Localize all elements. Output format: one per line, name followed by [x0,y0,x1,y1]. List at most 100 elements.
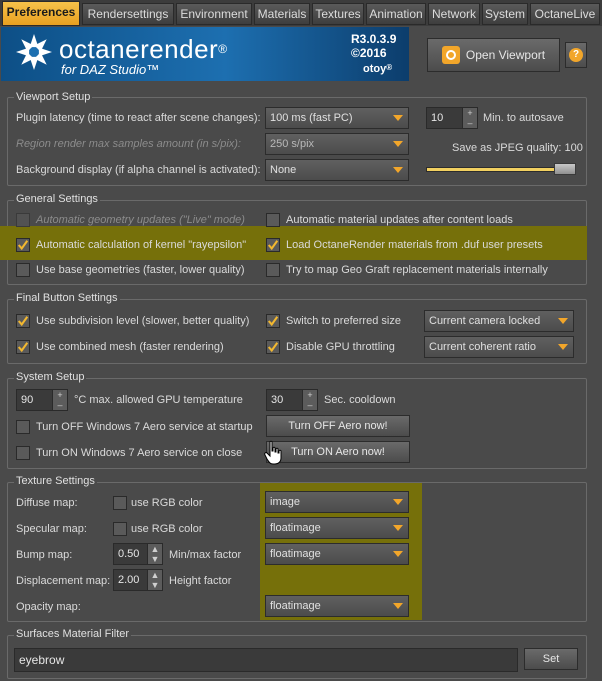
bump-map-select[interactable]: floatimage [265,543,409,565]
aero-on-button[interactable]: Turn ON Aero now! [266,441,410,463]
load-duf-presets-checkbox[interactable] [266,238,280,252]
specular-rgb-checkbox[interactable] [113,522,127,536]
subdivision-label: Use subdivision level (slower, better qu… [36,315,250,327]
tab-rendersettings[interactable]: Rendersettings [82,3,174,25]
aero-off-checkbox[interactable] [16,420,30,434]
tab-environment[interactable]: Environment [176,3,252,25]
tab-octanelive[interactable]: OctaneLive [530,3,600,25]
texture-settings-title: Texture Settings [14,475,97,487]
open-viewport-button[interactable]: Open Viewport [427,38,560,72]
octane-logo-icon [16,34,52,70]
jpeg-quality-fill [427,168,575,171]
tab-textures[interactable]: Textures [312,3,364,25]
combined-mesh-checkbox[interactable] [16,340,30,354]
diffuse-map-label: Diffuse map: [16,497,78,509]
surfaces-filter-input[interactable]: eyebrow [14,648,518,672]
gpu-temp-spinbox[interactable]: 90 + – [16,389,68,411]
octane-banner: octanerender® for DAZ Studio™ R3.0.3.9 ©… [1,27,409,81]
spin-up-icon[interactable]: ▲ [147,570,162,580]
help-button[interactable]: ? [565,42,587,68]
checkmark-icon [267,342,279,353]
surfaces-filter-title: Surfaces Material Filter [14,628,132,640]
general-settings-title: General Settings [14,193,100,205]
gpu-temp-label: °C max. allowed GPU temperature [74,394,243,406]
checkmark-icon [17,342,29,353]
tab-system[interactable]: System [482,3,528,25]
diffuse-rgb-checkbox[interactable] [113,496,127,510]
geometry-updates-label: Automatic geometry updates ("Live" mode) [36,214,245,226]
coherent-ratio-select[interactable]: Current coherent ratio [424,336,574,358]
aero-on-checkbox[interactable] [16,446,30,460]
switch-size-checkbox[interactable] [266,314,280,328]
tab-bar: Preferences Rendersettings Environment M… [0,0,602,26]
autosave-label: Min. to autosave [483,112,564,124]
tab-materials[interactable]: Materials [254,3,310,25]
rayepsilon-label: Automatic calculation of kernel "rayepsi… [36,239,247,251]
aero-on-label: Turn ON Windows 7 Aero service on close [36,447,243,459]
version-number: R3.0.3.9 [351,32,397,46]
background-display-label: Background display (if alpha channel is … [16,164,261,176]
tab-network[interactable]: Network [428,3,480,25]
tab-preferences[interactable]: Preferences [2,1,80,26]
aero-off-label: Turn OFF Windows 7 Aero service at start… [36,421,253,433]
autosave-spinbox[interactable]: 10 + – [426,107,478,129]
specular-map-select[interactable]: floatimage [265,517,409,539]
base-geometries-label: Use base geometries (faster, lower quali… [36,264,245,276]
height-factor-label: Height factor [169,575,232,587]
spin-down-icon[interactable]: ▼ [147,554,162,564]
chevron-down-icon [393,551,403,557]
chevron-down-icon [393,525,403,531]
cooldown-spinbox[interactable]: 30 + – [266,389,318,411]
plugin-latency-label: Plugin latency (time to react after scen… [16,112,261,124]
material-updates-checkbox[interactable] [266,213,280,227]
geometry-updates-checkbox[interactable] [16,213,30,227]
final-button-title: Final Button Settings [14,292,120,304]
aero-off-button[interactable]: Turn OFF Aero now! [266,415,410,437]
gpu-throttling-checkbox[interactable] [266,340,280,354]
base-geometries-checkbox[interactable] [16,263,30,277]
jpeg-quality-handle[interactable] [554,163,576,175]
hand-cursor-icon [264,440,282,465]
opacity-map-select[interactable]: floatimage [265,595,409,617]
cooldown-label: Sec. cooldown [324,394,396,406]
specular-map-label: Specular map: [16,523,87,535]
region-samples-select[interactable]: 250 s/pix [265,133,409,155]
spin-up-icon[interactable]: + [462,108,477,118]
geo-graft-checkbox[interactable] [266,263,280,277]
system-setup-title: System Setup [14,371,87,383]
spin-up-icon[interactable]: ▲ [147,544,162,554]
plugin-latency-select[interactable]: 100 ms (fast PC) [265,107,409,129]
brand-name: octanerender® [59,34,228,64]
bump-factor-spinbox[interactable]: 0.50 ▲ ▼ [113,543,163,565]
spin-down-icon[interactable]: – [302,400,317,410]
checkmark-icon [17,240,29,251]
checkmark-icon [17,316,29,327]
copyright: ©2016 [351,46,387,60]
geo-graft-label: Try to map Geo Graft replacement materia… [286,264,548,276]
opacity-map-label: Opacity map: [16,601,81,613]
region-samples-label: Region render max samples amount (in s/p… [16,138,241,150]
background-display-select[interactable]: None [265,159,409,181]
open-viewport-label: Open Viewport [465,48,546,62]
camera-mode-select[interactable]: Current camera locked [424,310,574,332]
subdivision-checkbox[interactable] [16,314,30,328]
jpeg-quality-label: Save as JPEG quality: 100 [452,142,583,154]
spin-up-icon[interactable]: + [302,390,317,400]
rayepsilon-checkbox[interactable] [16,238,30,252]
tab-animation[interactable]: Animation [366,3,426,25]
load-duf-presets-label: Load OctaneRender materials from .duf us… [286,239,543,251]
diffuse-map-select[interactable]: image [265,491,409,513]
spin-down-icon[interactable]: – [52,400,67,410]
diffuse-rgb-label: use RGB color [131,497,203,509]
bump-map-label: Bump map: [16,549,73,561]
spin-down-icon[interactable]: – [462,118,477,128]
chevron-down-icon [558,344,568,350]
chevron-down-icon [558,318,568,324]
brand-subtitle: for DAZ Studio™ [61,62,160,77]
set-button[interactable]: Set [524,648,578,670]
spin-up-icon[interactable]: + [52,390,67,400]
spin-down-icon[interactable]: ▼ [147,580,162,590]
height-factor-spinbox[interactable]: 2.00 ▲ ▼ [113,569,163,591]
help-icon: ? [569,48,583,62]
specular-rgb-label: use RGB color [131,523,203,535]
